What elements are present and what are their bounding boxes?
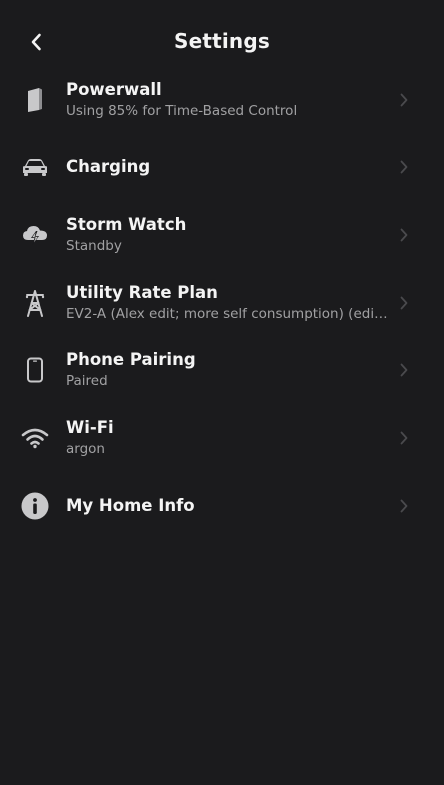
settings-item-label: Charging — [66, 156, 151, 176]
settings-item-phone-pairing[interactable]: Phone Pairing Paired — [0, 337, 444, 405]
chevron-right-icon — [398, 159, 410, 175]
chevron-right-icon — [398, 498, 410, 514]
info-icon — [20, 491, 50, 521]
car-icon — [20, 152, 50, 182]
settings-item-charging[interactable]: Charging — [0, 144, 444, 190]
chevron-right-icon — [398, 295, 410, 311]
settings-item-label: Storm Watch — [66, 215, 187, 235]
settings-item-status: Paired — [66, 373, 108, 390]
settings-item-label: Utility Rate Plan — [66, 282, 218, 302]
settings-item-powerwall[interactable]: Powerwall Using 85% for Time-Based Contr… — [0, 66, 444, 134]
chevron-right-icon — [398, 227, 410, 243]
settings-item-my-home-info[interactable]: My Home Info — [0, 476, 444, 536]
chevron-right-icon — [398, 92, 410, 108]
chevron-right-icon — [398, 430, 410, 446]
settings-item-status: Standby — [66, 238, 122, 255]
power-tower-icon — [20, 288, 50, 318]
settings-item-status: argon — [66, 440, 105, 457]
settings-item-status: Using 85% for Time-Based Control — [66, 102, 298, 119]
settings-item-label: Powerwall — [66, 79, 162, 99]
settings-list: Powerwall Using 85% for Time-Based Contr… — [0, 66, 444, 536]
storm-cloud-icon — [20, 220, 50, 250]
settings-item-status: EV2-A (Alex edit; more self consumption)… — [66, 305, 390, 322]
settings-item-label: Wi-Fi — [66, 417, 114, 437]
wifi-icon — [20, 423, 50, 453]
settings-item-utility-rate-plan[interactable]: Utility Rate Plan EV2-A (Alex edit; more… — [0, 269, 444, 337]
page-title: Settings — [173, 29, 270, 53]
settings-item-label: Phone Pairing — [66, 350, 196, 370]
settings-item-storm-watch[interactable]: Storm Watch Standby — [0, 202, 444, 270]
settings-item-label: My Home Info — [66, 495, 195, 515]
chevron-right-icon — [398, 362, 410, 378]
settings-item-wifi[interactable]: Wi-Fi argon — [0, 404, 444, 472]
powerwall-icon — [20, 85, 50, 115]
phone-icon — [20, 355, 50, 385]
